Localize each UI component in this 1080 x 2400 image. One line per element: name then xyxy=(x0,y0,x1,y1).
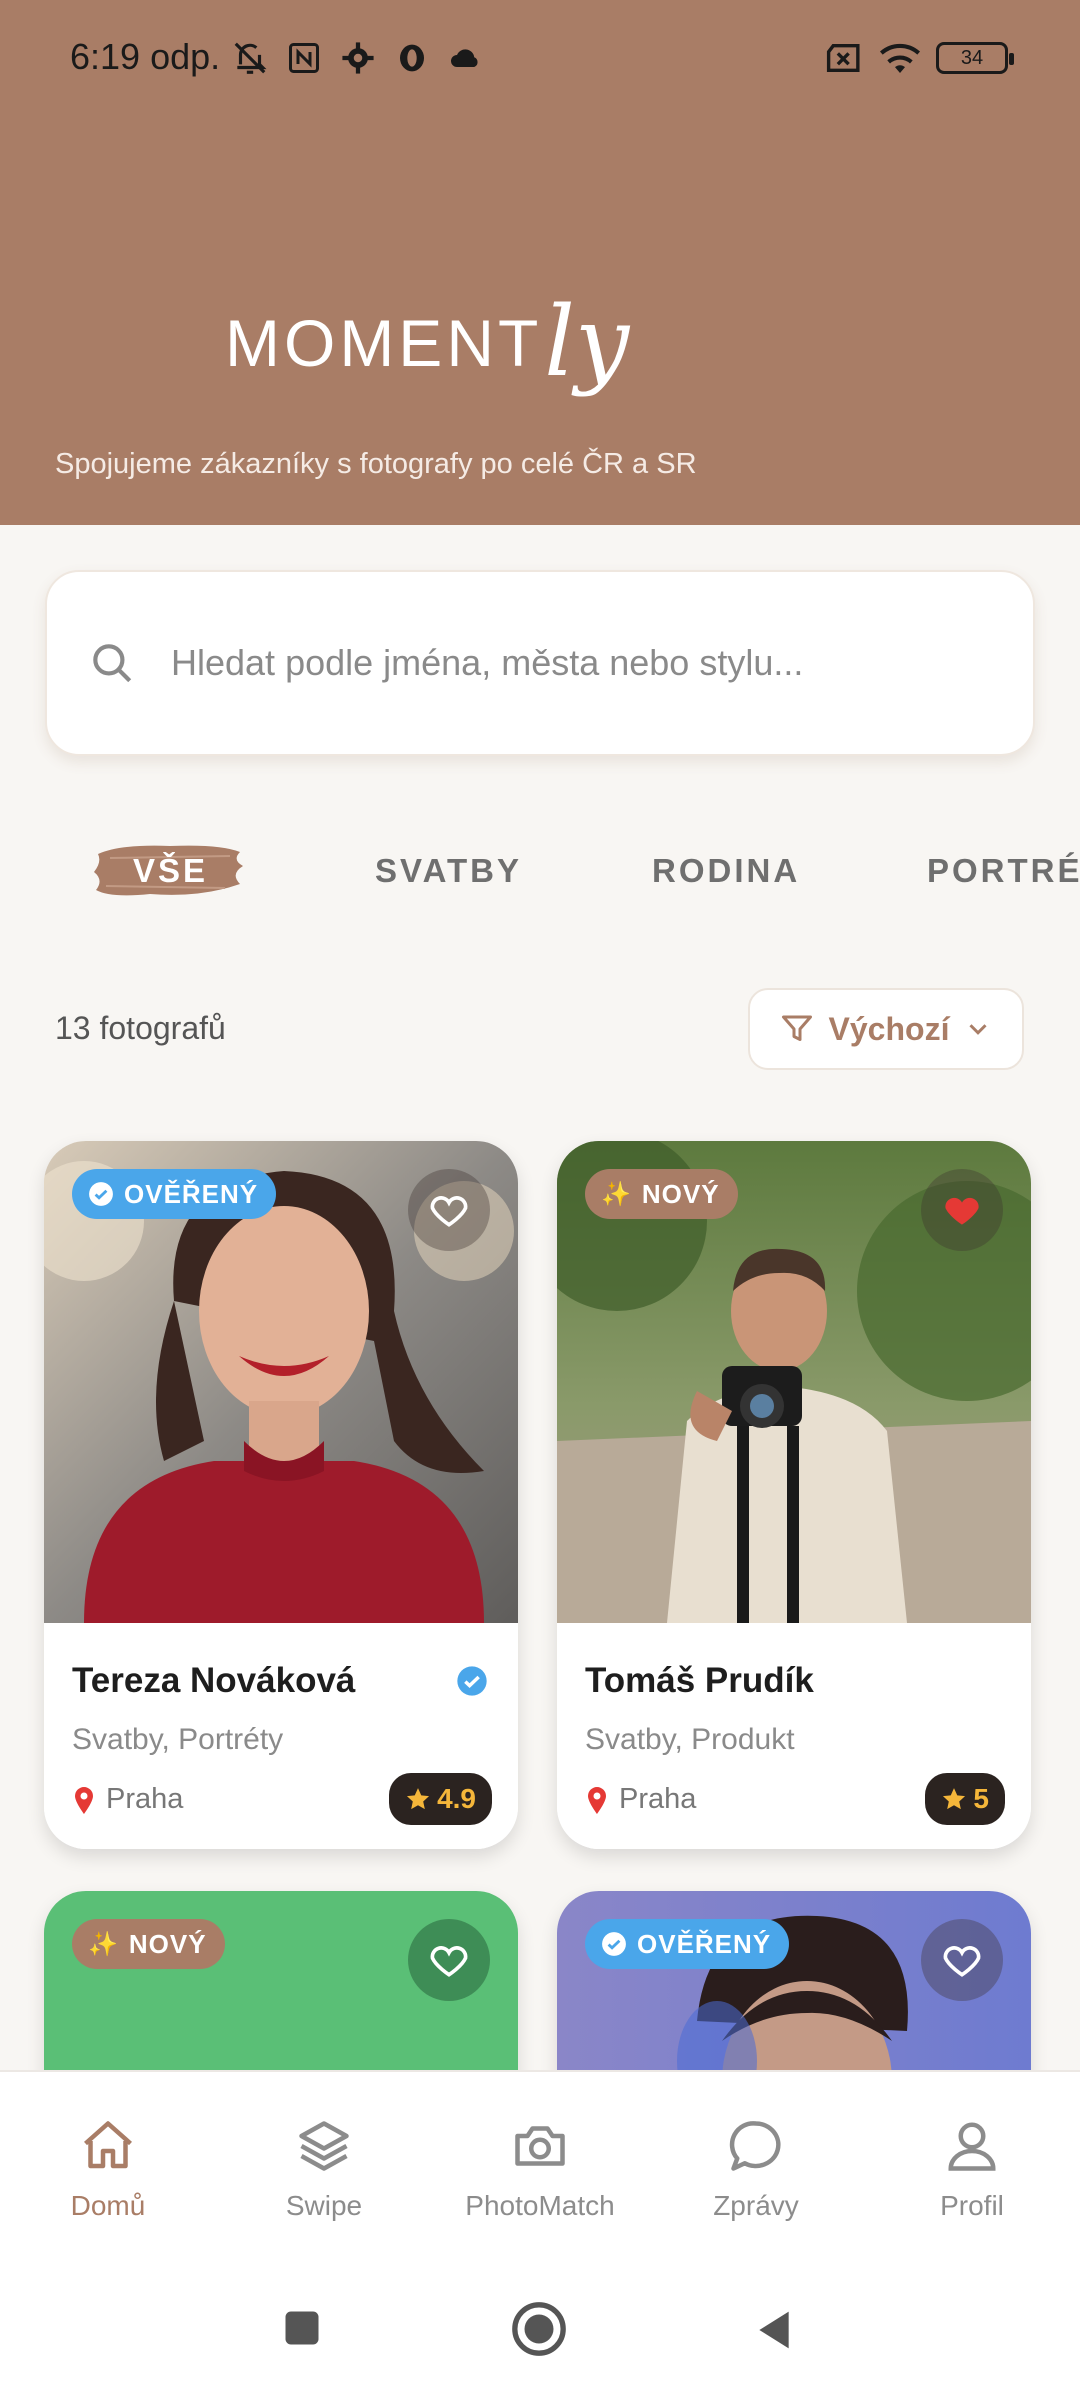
search-input[interactable] xyxy=(171,642,991,684)
photographer-location: Praha xyxy=(72,1783,183,1816)
filter-icon xyxy=(781,1015,812,1041)
photographer-styles: Svatby, Produkt xyxy=(585,1723,795,1756)
star-icon xyxy=(943,1788,966,1810)
heart-outline-icon xyxy=(430,1196,468,1227)
opera-icon xyxy=(392,38,432,78)
user-icon xyxy=(948,2122,996,2171)
check-circle-icon xyxy=(602,1932,626,1956)
search-icon xyxy=(93,644,132,683)
check-circle-icon xyxy=(89,1182,113,1206)
photographer-card[interactable]: ✨ NOVÝ Tomáš Prudík Svatby, Produkt Prah… xyxy=(557,1141,1031,1849)
tab-portraits[interactable]: PORTRÉTY xyxy=(927,852,1080,890)
wifi-icon xyxy=(880,38,920,78)
nav-profile[interactable]: Profil xyxy=(864,2116,1080,2222)
photographer-card[interactable]: OVĚŘENÝ Tereza Nováková Svatby, Portréty… xyxy=(44,1141,518,1849)
photographer-name: Tomáš Prudík xyxy=(585,1661,814,1700)
home-button[interactable] xyxy=(510,2300,568,2358)
rating-value: 4.9 xyxy=(437,1783,476,1814)
sort-label: Výchozí xyxy=(828,1010,950,1047)
status-time: 6:19 odp. xyxy=(70,36,221,77)
status-icons-left xyxy=(230,38,486,78)
nav-label: Zprávy xyxy=(713,2190,799,2221)
recent-apps-button[interactable] xyxy=(280,2306,324,2350)
bottom-navigation: Domů Swipe PhotoMatch Zprávy Profil xyxy=(0,2070,1080,2266)
card-info: Tereza Nováková Svatby, Portréty Praha 4… xyxy=(44,1623,518,1849)
camera-icon xyxy=(515,2126,565,2166)
tab-family[interactable]: RODINA xyxy=(652,852,800,890)
results-count: 13 fotografů xyxy=(55,1010,226,1046)
rating-value: 5 xyxy=(973,1783,989,1814)
bell-muted-icon xyxy=(230,38,270,78)
home-icon xyxy=(84,2121,132,2169)
nav-label: Profil xyxy=(940,2190,1004,2221)
back-button[interactable] xyxy=(752,2306,796,2354)
photographer-location: Praha xyxy=(585,1783,696,1816)
battery-level: 34 xyxy=(960,46,984,69)
new-badge: ✨ NOVÝ xyxy=(585,1169,738,1219)
status-icons-right: 34 xyxy=(824,38,1014,78)
battery-indicator: 34 xyxy=(936,42,1014,74)
system-navigation-bar xyxy=(0,2266,1080,2400)
chevron-down-icon xyxy=(969,1024,988,1035)
verified-badge: OVĚŘENÝ xyxy=(72,1169,277,1219)
rating-badge: 5 xyxy=(925,1773,1005,1825)
sort-dropdown[interactable]: Výchozí xyxy=(748,988,1024,1070)
nav-swipe[interactable]: Swipe xyxy=(216,2116,432,2222)
logo-text: MOMENT xyxy=(225,306,543,380)
nav-photomatch[interactable]: PhotoMatch xyxy=(432,2116,648,2222)
heart-outline-icon xyxy=(430,1946,468,1977)
location-label: Praha xyxy=(106,1783,184,1815)
rating-badge: 4.9 xyxy=(389,1773,492,1825)
favorite-button[interactable] xyxy=(408,1169,490,1251)
badge-label: NOVÝ xyxy=(128,1928,207,1959)
badge-label: NOVÝ xyxy=(641,1178,720,1209)
nav-label: Domů xyxy=(70,2190,146,2221)
favorite-button[interactable] xyxy=(408,1919,490,2001)
cloud-icon xyxy=(446,38,486,78)
card-info: Tomáš Prudík Svatby, Produkt Praha 5 xyxy=(557,1623,1031,1849)
tagline: Spojujeme zákazníky s fotografy po celé … xyxy=(55,448,697,480)
nav-messages[interactable]: Zprávy xyxy=(648,2116,864,2222)
verified-badge: OVĚŘENÝ xyxy=(585,1919,790,1969)
layers-icon xyxy=(299,2121,349,2171)
photographer-photo: OVĚŘENÝ xyxy=(44,1141,518,1623)
location-pin-icon xyxy=(588,1786,606,1814)
app-header: 6:19 odp. 34 MOMENT ly Spojujeme zákazní… xyxy=(0,0,1080,525)
settings-gear-icon xyxy=(338,38,378,78)
badge-label: OVĚŘENÝ xyxy=(637,1928,772,1959)
nfc-icon xyxy=(284,38,324,78)
nav-home[interactable]: Domů xyxy=(0,2116,216,2222)
category-tabs: VŠE SVATBY RODINA PORTRÉTY xyxy=(0,840,1080,920)
photographer-photo: ✨ NOVÝ xyxy=(557,1141,1031,1623)
new-badge: ✨ NOVÝ xyxy=(72,1919,225,1969)
nav-label: PhotoMatch xyxy=(465,2190,615,2221)
location-pin-icon xyxy=(75,1786,93,1814)
photographer-name: Tereza Nováková xyxy=(72,1661,356,1700)
logo-script-text: ly xyxy=(544,286,630,398)
search-bar[interactable] xyxy=(45,570,1035,756)
heart-filled-icon xyxy=(945,1197,979,1225)
favorite-button[interactable] xyxy=(921,1919,1003,2001)
favorite-button[interactable] xyxy=(921,1169,1003,1251)
verified-check-icon xyxy=(457,1666,487,1696)
heart-outline-icon xyxy=(943,1946,981,1977)
star-icon xyxy=(407,1788,430,1810)
sparkles-icon: ✨ xyxy=(601,1180,632,1208)
no-sim-icon xyxy=(824,38,864,78)
chat-icon xyxy=(729,2121,781,2171)
photographer-styles: Svatby, Portréty xyxy=(72,1723,284,1756)
app-logo: MOMENT ly xyxy=(225,280,629,390)
sparkles-icon: ✨ xyxy=(88,1930,119,1958)
status-bar: 6:19 odp. 34 xyxy=(0,0,1080,120)
badge-label: OVĚŘENÝ xyxy=(124,1178,259,1209)
tab-weddings[interactable]: SVATBY xyxy=(375,852,522,890)
location-label: Praha xyxy=(619,1783,697,1815)
tab-all[interactable]: VŠE xyxy=(133,852,208,890)
nav-label: Swipe xyxy=(285,2190,363,2221)
